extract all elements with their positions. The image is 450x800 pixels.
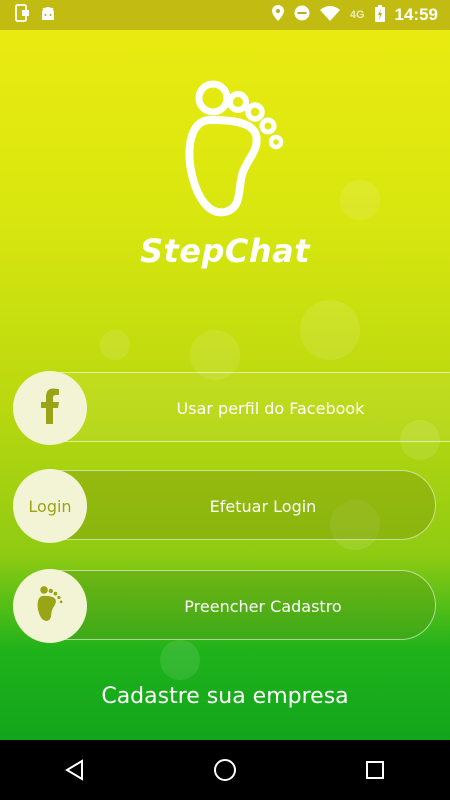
app-brand-title: StepChat (139, 232, 311, 270)
wifi-icon (319, 5, 340, 25)
login-circle-text: Login (28, 496, 72, 516)
do-not-disturb-icon (294, 5, 310, 25)
clock: 14:59 (394, 5, 438, 24)
status-bar: 4G 14:59 (0, 0, 450, 30)
phone-notification-icon (14, 4, 30, 26)
login-circle: Login (13, 469, 87, 543)
back-button[interactable] (45, 740, 105, 800)
recents-icon (366, 761, 384, 779)
network-type: 4G (349, 9, 365, 21)
navigation-bar (0, 740, 450, 800)
bokeh-decoration (300, 300, 360, 360)
register-circle (13, 569, 87, 643)
facebook-circle (13, 371, 87, 445)
facebook-icon (39, 388, 61, 428)
facebook-login-label: Usar perfil do Facebook (176, 398, 365, 418)
bokeh-decoration (160, 640, 200, 680)
app-screen: 4G 14:59 StepChat Usar perfil do Faceboo (0, 0, 450, 740)
footprint-icon (35, 585, 65, 627)
facebook-login-button[interactable]: Usar perfil do Facebook (13, 371, 450, 445)
recents-button[interactable] (345, 740, 405, 800)
bokeh-decoration (100, 330, 130, 360)
register-label: Preencher Cadastro (184, 596, 342, 616)
bokeh-decoration (340, 180, 380, 220)
back-icon (65, 759, 83, 781)
register-button[interactable]: Preencher Cadastro (13, 569, 436, 643)
home-button[interactable] (195, 740, 255, 800)
login-button[interactable]: Login Efetuar Login (13, 469, 436, 543)
register-company-link[interactable]: Cadastre sua empresa (0, 684, 450, 709)
home-icon (214, 759, 236, 781)
android-icon (40, 6, 56, 25)
location-icon (271, 5, 284, 25)
footprint-icon (180, 80, 290, 220)
battery-icon (374, 4, 385, 26)
login-label: Efetuar Login (209, 496, 317, 516)
